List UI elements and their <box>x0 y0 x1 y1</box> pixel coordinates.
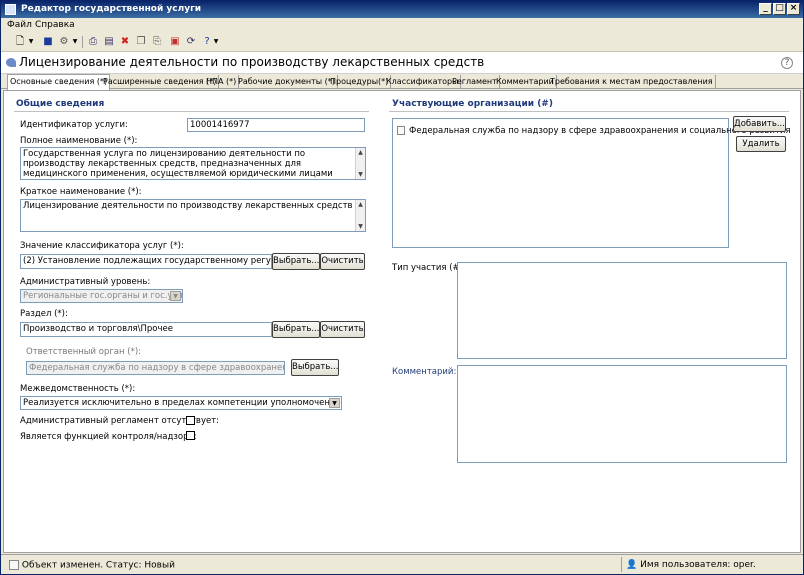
tab-basic-info[interactable]: Основные сведения (*) <box>7 74 111 90</box>
interdept-select[interactable]: Реализуется исключительно в пределах ком… <box>20 396 342 410</box>
service-icon <box>6 58 16 67</box>
full-name-text: Государственная услуга по лицензированию… <box>23 149 333 179</box>
chevron-down-icon[interactable]: ▼ <box>212 35 220 49</box>
scrollbar[interactable]: ▲ ▼ <box>355 200 365 231</box>
short-name-label: Краткое наименование (*): <box>20 187 142 197</box>
status-separator <box>621 557 622 572</box>
delete-org-button[interactable]: Удалить <box>736 136 786 152</box>
toolbar: 🗋 ▼ ■ ⚙ ▼ ⎙ ▤ ✖ ❐ ⎘ ▣ ⟳ ? ▼ <box>1 32 803 52</box>
tab-bar: Основные сведения (*) Расширенные сведен… <box>1 74 803 90</box>
status-message: Объект изменен. Статус: Новый <box>21 560 175 571</box>
tab-procedures[interactable]: Процедуры(*) <box>328 75 392 89</box>
short-name-field[interactable]: Лицензирование деятельности по производс… <box>20 199 366 232</box>
minimize-button[interactable]: _ <box>759 3 772 15</box>
menu-help[interactable]: Справка <box>35 20 75 30</box>
classifier-select-button[interactable]: Выбрать... <box>272 253 320 270</box>
tab-extended-info[interactable]: Расширенные сведения (*) <box>101 75 220 89</box>
section-clear-button[interactable]: Очистить <box>320 321 365 338</box>
orgs-list[interactable]: Федеральная служба по надзору в сфере зд… <box>392 118 791 248</box>
tab-npa[interactable]: НПА (*) <box>204 75 240 89</box>
copy-icon[interactable]: ❐ <box>134 35 148 49</box>
document-icon <box>9 560 19 570</box>
responsible-label: Ответственный орган (*): <box>26 347 142 357</box>
service-id-field[interactable]: 10001416977 <box>187 118 365 132</box>
control-label: Является функцией контроля/надзора: <box>20 432 197 442</box>
app-icon <box>5 4 16 15</box>
classifier-field[interactable]: (2) Установление подлежащих государствен… <box>20 254 272 269</box>
classifier-label: Значение классификатора услуг (*): <box>20 241 184 251</box>
short-name-text: Лицензирование деятельности по производс… <box>23 201 353 211</box>
responsible-select-button[interactable]: Выбрать... <box>291 359 339 376</box>
orgs-section-title: Участвующие организации (#) <box>392 99 553 109</box>
scroll-up-icon[interactable]: ▲ <box>356 200 365 209</box>
paste-icon[interactable]: ⎘ <box>150 35 164 49</box>
page-title: Лицензирование деятельности по производс… <box>19 55 485 69</box>
maximize-button[interactable]: □ <box>773 3 786 15</box>
admin-level-select: Региональные гос.органы и гос.услуги ▼ <box>20 289 183 303</box>
chevron-down-icon[interactable]: ▼ <box>71 35 79 49</box>
report-icon[interactable]: ▣ <box>168 35 182 49</box>
section-field[interactable]: Производство и торговля\Прочее <box>20 322 272 337</box>
admin-level-label: Административный уровень: <box>20 277 151 287</box>
scroll-down-icon[interactable]: ▼ <box>356 170 365 179</box>
page-heading: Лицензирование деятельности по производс… <box>1 52 803 74</box>
admin-level-value: Региональные гос.органы и гос.услуги <box>23 291 183 301</box>
general-section-title: Общие сведения <box>16 99 105 109</box>
interdept-label: Межведомственность (*): <box>20 384 136 394</box>
preview-icon[interactable]: ▤ <box>102 35 116 49</box>
section-divider <box>389 111 789 112</box>
delete-icon[interactable]: ✖ <box>118 35 132 49</box>
no-regulation-checkbox[interactable] <box>186 416 195 425</box>
tab-work-documents[interactable]: Рабочие документы (*) <box>236 75 338 89</box>
classifier-clear-button[interactable]: Очистить <box>320 253 365 270</box>
participation-type-label: Тип участия (#): <box>392 263 466 273</box>
tab-requirements[interactable]: Требования к местам предоставления <box>548 75 716 89</box>
chevron-down-icon[interactable]: ▼ <box>27 35 35 49</box>
add-org-button[interactable]: Добавить... <box>733 116 786 132</box>
chevron-down-icon[interactable]: ▼ <box>329 398 340 408</box>
user-info: 👤 Имя пользователя: oper. <box>626 560 756 570</box>
comment-field[interactable] <box>457 365 787 463</box>
scroll-up-icon[interactable]: ▲ <box>356 148 365 157</box>
user-name: Имя пользователя: oper. <box>640 560 756 570</box>
user-icon: 👤 <box>626 560 638 570</box>
menu-file[interactable]: Файл <box>7 20 32 30</box>
section-label: Раздел (*): <box>20 309 68 319</box>
editor-window: Редактор государственной услуги _ □ × Фа… <box>0 0 804 575</box>
toolbar-separator <box>82 36 83 48</box>
main-content: Общие сведения Идентификатор услуги: 100… <box>3 90 801 553</box>
menu-bar: Файл Справка <box>1 18 803 32</box>
comment-label: Комментарий: <box>392 367 457 377</box>
new-icon[interactable]: 🗋 <box>13 35 27 49</box>
save-icon[interactable]: ■ <box>41 35 55 49</box>
service-id-label: Идентификатор услуги: <box>20 120 128 130</box>
settings-icon[interactable]: ⚙ <box>57 35 71 49</box>
scroll-down-icon[interactable]: ▼ <box>356 222 365 231</box>
scrollbar[interactable]: ▲ ▼ <box>355 148 365 179</box>
section-select-button[interactable]: Выбрать... <box>272 321 320 338</box>
print-icon[interactable]: ⎙ <box>86 35 100 49</box>
status-bar: Объект изменен. Статус: Новый 👤 Имя поль… <box>1 554 803 574</box>
close-button[interactable]: × <box>787 3 800 15</box>
chevron-down-icon: ▼ <box>170 291 181 301</box>
title-bar: Редактор государственной услуги _ □ × <box>1 1 803 18</box>
responsible-field: Федеральная служба по надзору в сфере зд… <box>26 361 285 375</box>
full-name-field[interactable]: Государственная услуга по лицензированию… <box>20 147 366 180</box>
interdept-value: Реализуется исключительно в пределах ком… <box>23 398 341 408</box>
participation-type-field[interactable] <box>457 262 787 359</box>
full-name-label: Полное наименование (*): <box>20 136 138 146</box>
status-text: Объект изменен. Статус: Новый <box>9 560 175 571</box>
control-checkbox[interactable] <box>186 431 195 440</box>
document-icon <box>397 126 405 135</box>
window-title: Редактор государственной услуги <box>21 4 202 14</box>
refresh-icon[interactable]: ⟳ <box>184 35 198 49</box>
help-circle-icon[interactable]: ? <box>781 57 793 69</box>
tab-regulation[interactable]: Регламент <box>450 75 500 89</box>
section-divider <box>14 111 369 112</box>
